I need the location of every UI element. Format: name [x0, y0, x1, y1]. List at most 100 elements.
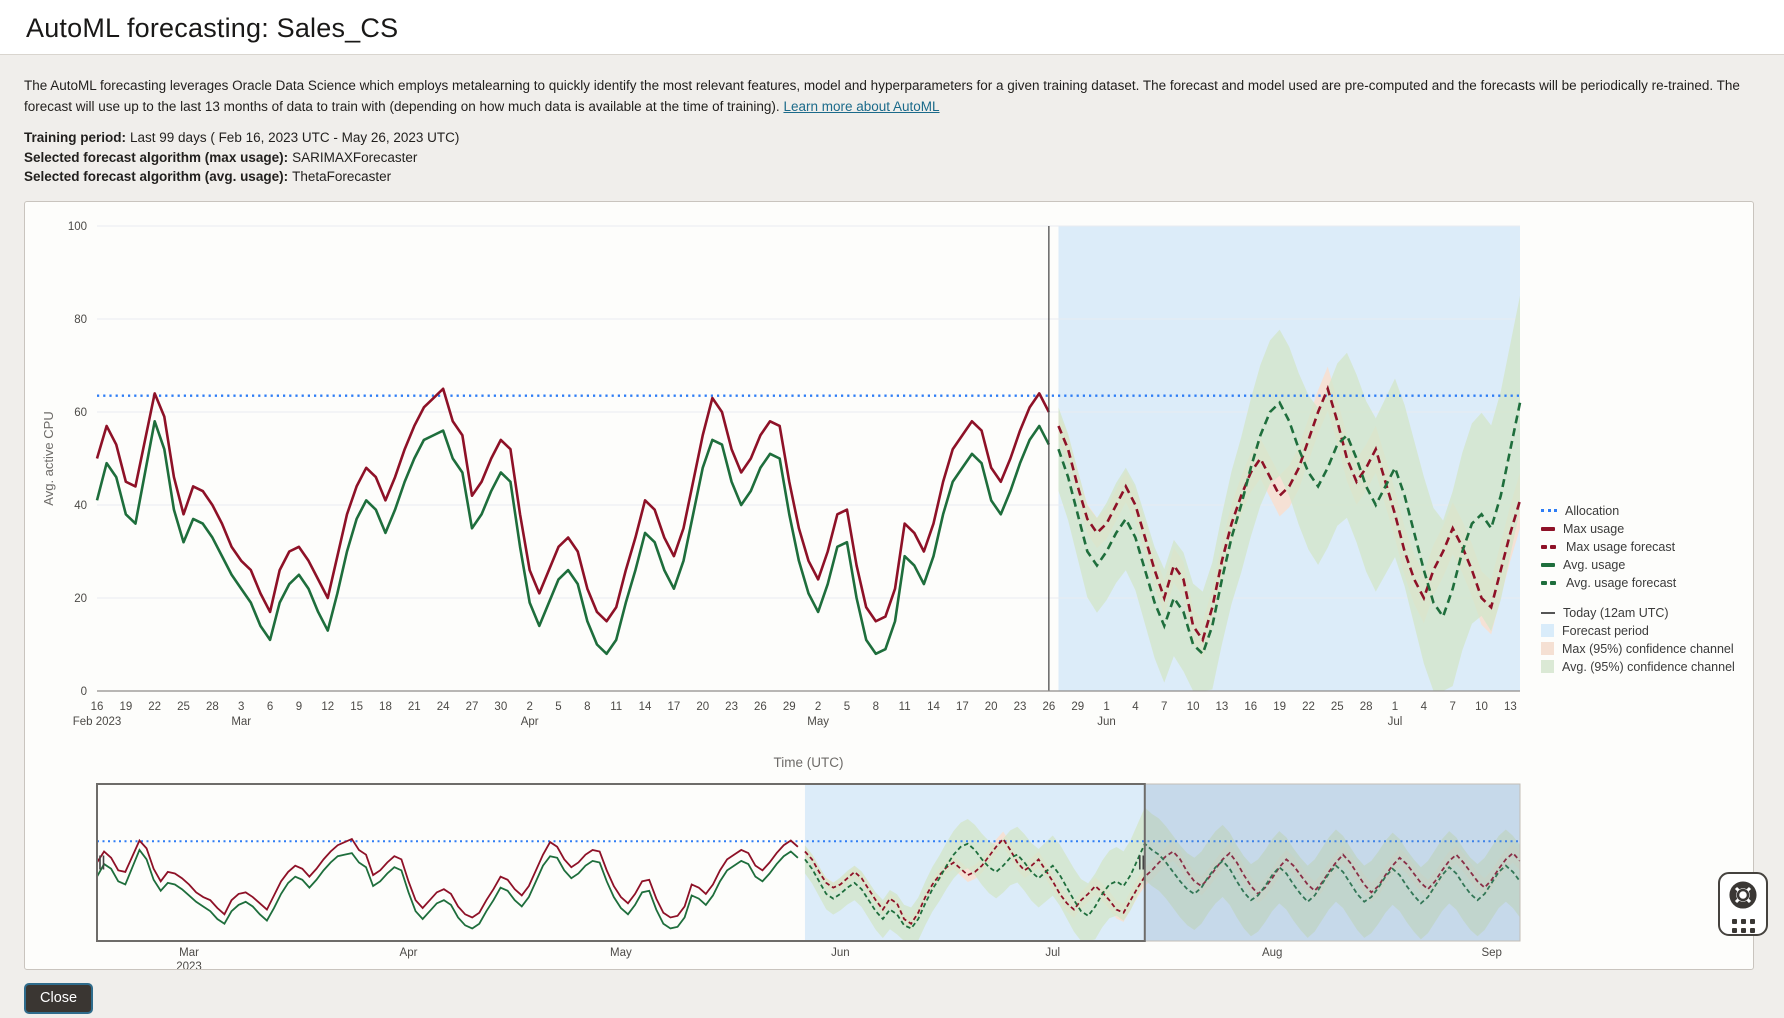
x-tick-label: 26 — [754, 701, 767, 713]
y-axis-title: Avg. active CPU — [41, 411, 56, 505]
mini-month-label: Apr — [400, 947, 418, 959]
max-algorithm-label: Selected forecast algorithm (max usage): — [24, 150, 288, 165]
y-tick-label: 100 — [68, 221, 87, 233]
x-tick-label: 28 — [206, 701, 219, 713]
legend-item: Avg. (95%) confidence channel — [1541, 658, 1754, 676]
max-algorithm-value: SARIMAXForecaster — [292, 150, 417, 165]
y-tick-label: 20 — [74, 593, 87, 605]
x-tick-label: 7 — [1161, 701, 1167, 713]
x-tick-label: 28 — [1360, 701, 1373, 713]
x-tick-label: 6 — [267, 701, 273, 713]
y-tick-label: 40 — [74, 500, 87, 512]
intro-text: The AutoML forecasting leverages Oracle … — [24, 75, 1760, 117]
help-widget[interactable] — [1718, 872, 1768, 936]
mini-unselected-overlay — [1145, 784, 1520, 941]
y-tick-label: 0 — [81, 686, 87, 698]
mini-avg-usage-line — [97, 849, 798, 928]
x-tick-label: 11 — [899, 701, 911, 713]
legend-label: Today (12am UTC) — [1563, 606, 1669, 620]
x-tick-label: 11 — [610, 701, 622, 713]
x-month-label: Feb 2023 — [73, 716, 122, 728]
x-tick-label: 14 — [927, 701, 940, 713]
mini-month-label: Jul — [1045, 947, 1060, 959]
close-button[interactable]: Close — [24, 983, 93, 1014]
x-month-label: Jul — [1388, 716, 1403, 728]
mini-month-label: May — [610, 947, 632, 959]
x-tick-label: 29 — [783, 701, 796, 713]
grid-dots-icon — [1732, 919, 1755, 933]
forecast-details: Training period: Last 99 days ( Feb 16, 2… — [24, 129, 1760, 187]
x-tick-label: 15 — [350, 701, 363, 713]
x-tick-label: 19 — [119, 701, 132, 713]
legend-item: Max usage — [1541, 520, 1754, 538]
legend-label: Forecast period — [1562, 624, 1649, 638]
x-tick-label: 19 — [1273, 701, 1286, 713]
avg-algorithm-label: Selected forecast algorithm (avg. usage)… — [24, 169, 288, 184]
x-tick-label: 8 — [584, 701, 590, 713]
page-header: AutoML forecasting: Sales_CS — [0, 0, 1784, 55]
legend-item: Forecast period — [1541, 622, 1754, 640]
learn-more-link[interactable]: Learn more about AutoML — [783, 99, 939, 114]
x-tick-label: 1 — [1103, 701, 1109, 713]
x-tick-label: 20 — [985, 701, 998, 713]
legend-item: Max (95%) confidence channel — [1541, 640, 1754, 658]
x-tick-label: 5 — [555, 701, 561, 713]
legend-label: Max usage — [1563, 522, 1624, 536]
legend-swatch-box-icon — [1541, 660, 1554, 673]
forecast-chart[interactable]: 0204060801001619222528369121518212427302… — [25, 202, 1753, 969]
x-tick-label: 1 — [1392, 701, 1398, 713]
x-tick-label: 4 — [1421, 701, 1428, 713]
x-tick-label: 23 — [725, 701, 738, 713]
legend-swatch-box-icon — [1541, 624, 1554, 637]
x-tick-label: 27 — [466, 701, 479, 713]
x-tick-label: 8 — [873, 701, 879, 713]
x-tick-label: 5 — [844, 701, 850, 713]
chart-panel: 0204060801001619222528369121518212427302… — [24, 201, 1754, 970]
chart-legend: Allocation Max usage Max usage forecast Avg… — [1541, 502, 1754, 676]
legend-label: Max (95%) confidence channel — [1562, 642, 1734, 656]
legend-label: Allocation — [1565, 504, 1619, 518]
x-tick-label: 30 — [494, 701, 507, 713]
x-tick-label: 13 — [1216, 701, 1229, 713]
y-tick-label: 80 — [74, 314, 87, 326]
legend-item: Max usage forecast — [1541, 538, 1754, 556]
y-tick-label: 60 — [74, 407, 87, 419]
x-tick-label: 10 — [1475, 701, 1488, 713]
training-period-row: Training period: Last 99 days ( Feb 16, 2… — [24, 129, 1760, 148]
x-tick-label: 4 — [1132, 701, 1139, 713]
legend-swatch-dashed-icon — [1541, 581, 1558, 585]
x-tick-label: 23 — [1014, 701, 1027, 713]
x-tick-label: 16 — [91, 701, 104, 713]
x-tick-label: 22 — [1302, 701, 1315, 713]
mini-year-label: 2023 — [176, 961, 202, 969]
legend-series-group: Allocation Max usage Max usage forecast Avg… — [1541, 502, 1754, 592]
mini-month-label: Sep — [1481, 947, 1501, 959]
training-period-value: Last 99 days ( Feb 16, 2023 UTC - May 26… — [130, 130, 459, 145]
x-tick-label: 26 — [1042, 701, 1055, 713]
x-axis-title: Time (UTC) — [774, 755, 844, 770]
mini-month-label: Mar — [179, 947, 199, 959]
legend-swatch-thinline-icon — [1541, 612, 1555, 614]
x-tick-label: 22 — [148, 701, 161, 713]
x-tick-label: 12 — [321, 701, 334, 713]
x-tick-label: 13 — [1504, 701, 1517, 713]
x-tick-label: 20 — [696, 701, 709, 713]
legend-item: Allocation — [1541, 502, 1754, 520]
x-month-label: Apr — [521, 716, 539, 728]
x-tick-label: 18 — [379, 701, 392, 713]
x-month-label: Mar — [231, 716, 251, 728]
legend-item: Avg. usage — [1541, 556, 1754, 574]
x-tick-label: 10 — [1187, 701, 1200, 713]
x-tick-label: 2 — [526, 701, 532, 713]
x-tick-label: 25 — [177, 701, 190, 713]
x-tick-label: 3 — [238, 701, 244, 713]
legend-item: Today (12am UTC) — [1541, 604, 1754, 622]
x-tick-label: 17 — [956, 701, 969, 713]
x-tick-label: 25 — [1331, 701, 1344, 713]
x-tick-label: 9 — [296, 701, 302, 713]
avg-algorithm-value: ThetaForecaster — [292, 169, 391, 184]
legend-label: Avg. usage — [1563, 558, 1625, 572]
content: The AutoML forecasting leverages Oracle … — [0, 75, 1784, 970]
life-ring-icon — [1728, 880, 1758, 915]
training-period-label: Training period: — [24, 130, 126, 145]
